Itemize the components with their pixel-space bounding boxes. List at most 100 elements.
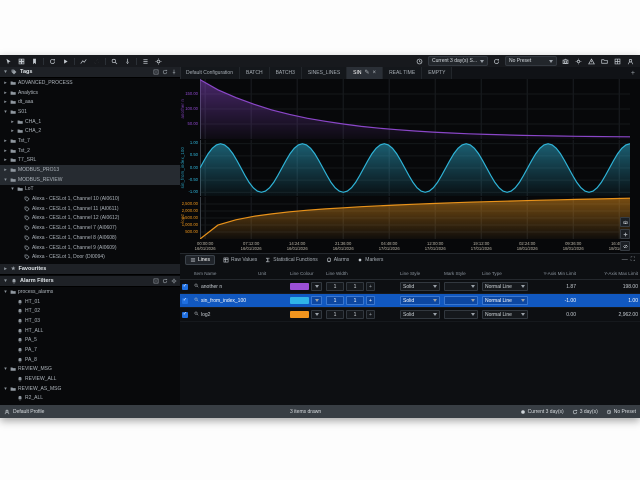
tree-item[interactable]: Alexa - CESLot 1, Channel 8 (AI0608)	[0, 233, 180, 243]
line-width-input[interactable]: 1	[326, 296, 344, 305]
line-width-input[interactable]: 1	[326, 282, 344, 291]
crosshair-button[interactable]	[620, 229, 630, 239]
line-colour-swatch[interactable]	[290, 311, 309, 318]
status-duration[interactable]: 3 day(s)	[572, 409, 598, 415]
line-style-select[interactable]: Solid	[400, 282, 440, 291]
column-header[interactable]: Line Style	[398, 271, 442, 276]
row-checkbox[interactable]: ✓	[182, 284, 188, 290]
tags-section-header[interactable]: ▾ Tags	[0, 67, 180, 78]
mark-width-input[interactable]: 1	[346, 282, 364, 291]
column-header[interactable]: Line Colour	[288, 271, 324, 276]
play-icon[interactable]	[60, 57, 71, 66]
tree-item[interactable]: ▸Analytics	[0, 88, 180, 98]
minimize-panel-button[interactable]: —	[622, 257, 628, 264]
bookmark-icon[interactable]	[29, 57, 40, 66]
chart-panel-sin-from-index-100[interactable]: sin_from_index_1001.000.500.00-0.50-1.00	[180, 140, 640, 196]
table-row[interactable]: ✓log211+SolidNormal Line0.002,962.00	[180, 308, 640, 322]
refresh-icon[interactable]	[162, 69, 168, 75]
properties-tab-markers[interactable]: Markers	[357, 257, 383, 263]
screenshot-icon[interactable]	[560, 57, 571, 66]
add-tab-button[interactable]: +	[626, 67, 640, 79]
config-tab-empty[interactable]: EMPTY	[422, 67, 452, 79]
grid-icon[interactable]	[612, 57, 623, 66]
alert-icon[interactable]	[586, 57, 597, 66]
tree-item[interactable]: Alexa - CESLot 1, Channel 12 (AI0612)	[0, 214, 180, 224]
time-range-select[interactable]: Current 3 day(s) S...	[428, 56, 488, 66]
collapse-all-icon[interactable]	[153, 69, 159, 75]
settings-icon[interactable]	[153, 57, 164, 66]
layout-grid-icon[interactable]	[16, 57, 27, 66]
tree-item[interactable]: Alexa - CESLot 1, Channel 10 (AI0610)	[0, 194, 180, 204]
mark-width-input[interactable]: 1	[346, 310, 364, 319]
eye-off-button[interactable]	[620, 241, 630, 251]
tree-item[interactable]: ▸ADVANCED_PROCESS	[0, 78, 180, 88]
tree-item[interactable]: ▾LoT	[0, 185, 180, 195]
close-icon[interactable]: ×	[373, 70, 377, 76]
properties-tab-lines[interactable]: Lines	[185, 255, 215, 265]
tree-item[interactable]: ▸CHA_1	[0, 117, 180, 127]
row-checkbox[interactable]: ✓	[182, 312, 188, 318]
line-colour-dropdown[interactable]	[311, 310, 322, 319]
tree-item[interactable]: REVIEW_ALL	[0, 374, 180, 384]
pointer-icon[interactable]	[3, 57, 14, 66]
config-tab-batch[interactable]: BATCH	[240, 67, 270, 79]
line-type-select[interactable]: Normal Line	[482, 310, 528, 319]
edit-icon[interactable]: ✎	[365, 70, 370, 76]
tree-item[interactable]: ▾MODBUS_REVIEW	[0, 175, 180, 185]
status-preset[interactable]: No Preset	[606, 409, 636, 415]
tree-item[interactable]: Alexa - CESLot 1, Door (DI0094)	[0, 252, 180, 262]
line-colour-swatch[interactable]	[290, 297, 309, 304]
tree-item[interactable]: R2_ALL	[0, 394, 180, 404]
mark-width-input[interactable]: 1	[346, 296, 364, 305]
line-colour-swatch[interactable]	[290, 283, 309, 290]
width-stepper[interactable]: +	[366, 296, 375, 305]
line-style-select[interactable]: Solid	[400, 310, 440, 319]
tree-item[interactable]: ▾S01	[0, 107, 180, 117]
tree-item[interactable]: HT_01	[0, 297, 180, 307]
line-width-input[interactable]: 1	[326, 310, 344, 319]
tree-item[interactable]: ▸Tst_7	[0, 136, 180, 146]
pin-icon[interactable]	[171, 69, 177, 75]
undo-icon[interactable]	[47, 57, 58, 66]
tree-item[interactable]: ▸CHA_2	[0, 126, 180, 136]
column-header[interactable]: Mark Style	[442, 271, 480, 276]
tree-item[interactable]: HT_ALL	[0, 326, 180, 336]
mark-style-select[interactable]	[444, 296, 478, 305]
column-header[interactable]: Line Type	[480, 271, 530, 276]
width-stepper[interactable]: +	[366, 310, 375, 319]
chart-panel-another-n[interactable]: another n150.00100.0050.00	[180, 79, 640, 139]
table-row[interactable]: ✓sin_from_index_10011+SolidNormal Line-1…	[180, 294, 640, 308]
gear-icon[interactable]	[573, 57, 584, 66]
column-header[interactable]: Y-Axis Min Limit	[530, 271, 578, 276]
user-icon[interactable]	[625, 57, 636, 66]
table-row[interactable]: ✓another n11+SolidNormal Line1.87198.00	[180, 280, 640, 294]
preset-select[interactable]: No Preset	[505, 56, 557, 66]
search-icon[interactable]	[109, 57, 120, 66]
properties-tab-statistical-functions[interactable]: Statistical Functions	[265, 257, 317, 263]
tree-item[interactable]: PA_5	[0, 336, 180, 346]
folder-icon[interactable]	[599, 57, 610, 66]
row-checkbox[interactable]: ✓	[182, 298, 188, 304]
config-tab-real-time[interactable]: REAL TIME	[383, 67, 422, 79]
chart-panel-log2[interactable]: log22,500.002,000.001,500.001,000.00500.…	[180, 197, 640, 239]
line-colour-dropdown[interactable]	[311, 296, 322, 305]
collapse-all-icon[interactable]	[153, 278, 159, 284]
list-icon[interactable]	[140, 57, 151, 66]
line-style-select[interactable]: Solid	[400, 296, 440, 305]
tree-item[interactable]: ▸MODBUS_PRO13	[0, 165, 180, 175]
column-header[interactable]: Unit	[256, 271, 288, 276]
tree-item[interactable]: ▸dt_aaa	[0, 97, 180, 107]
tree-item[interactable]: PA_7	[0, 345, 180, 355]
mark-style-select[interactable]	[444, 310, 478, 319]
status-range[interactable]: Current 3 day(s)	[520, 409, 564, 415]
column-header[interactable]: Line Width	[324, 271, 398, 276]
column-header[interactable]: Item Name	[192, 271, 256, 276]
properties-tab-alarms[interactable]: Alarms	[326, 257, 350, 263]
tree-item[interactable]: ▾REVIEW_MSG	[0, 365, 180, 375]
config-tab-sines-lines[interactable]: SINES_LINES	[302, 67, 347, 79]
tree-item[interactable]: Alexa - CESLot 1, Channel 11 (AI0611)	[0, 204, 180, 214]
scatter-icon[interactable]	[91, 57, 102, 66]
pin-icon[interactable]	[122, 57, 133, 66]
refresh-icon[interactable]	[162, 278, 168, 284]
width-stepper[interactable]: +	[366, 282, 375, 291]
